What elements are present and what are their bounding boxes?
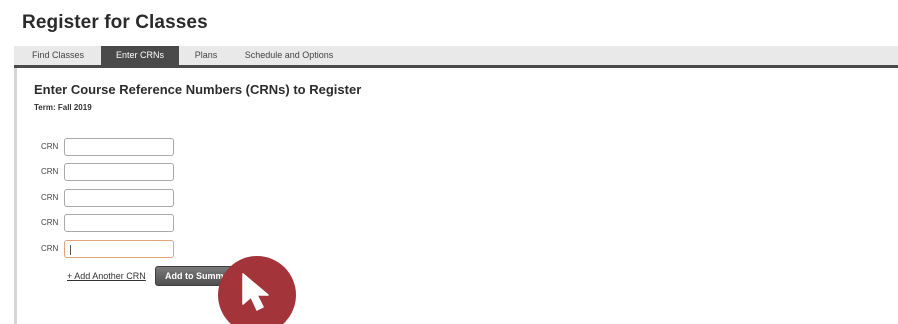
crn-entry-panel: Enter Course Reference Numbers (CRNs) to… xyxy=(14,68,898,324)
page-title: Register for Classes xyxy=(22,12,208,33)
crn-label: CRN xyxy=(41,244,59,253)
cursor-arrow-icon xyxy=(242,273,269,311)
section-title: Enter Course Reference Numbers (CRNs) to… xyxy=(34,82,362,97)
crn-label: CRN xyxy=(41,193,59,202)
crn-label: CRN xyxy=(41,142,59,151)
crn-label: CRN xyxy=(41,167,59,176)
tab-enter-crns[interactable]: Enter CRNs xyxy=(101,46,179,65)
crn-label: CRN xyxy=(41,218,59,227)
tab-bar: Find Classes Enter CRNs Plans Schedule a… xyxy=(14,46,898,68)
crn-input-5[interactable] xyxy=(64,240,174,258)
term-label: Term: Fall 2019 xyxy=(34,103,92,112)
crn-input-1[interactable] xyxy=(64,138,174,156)
add-another-crn-link[interactable]: + Add Another CRN xyxy=(67,271,146,281)
cursor-badge xyxy=(218,256,296,324)
crn-input-4[interactable] xyxy=(64,214,174,232)
page-header: Register for Classes xyxy=(0,0,898,44)
crn-input-2[interactable] xyxy=(64,163,174,181)
crn-input-3[interactable] xyxy=(64,189,174,207)
text-caret xyxy=(70,245,71,255)
tab-plans[interactable]: Plans xyxy=(184,46,228,65)
tab-find-classes[interactable]: Find Classes xyxy=(20,46,96,65)
tab-schedule-and-options[interactable]: Schedule and Options xyxy=(234,46,344,65)
